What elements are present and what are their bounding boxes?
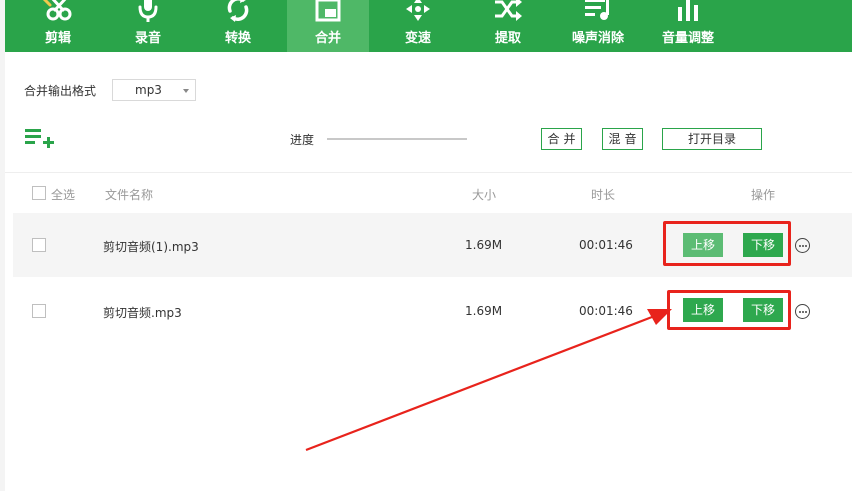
- file-name: 剪切音频.mp3: [103, 306, 182, 320]
- speed-icon: [377, 0, 459, 24]
- more-options-icon[interactable]: [795, 238, 810, 253]
- tool-label: 转换: [224, 31, 251, 46]
- volume-bars-icon: [647, 0, 729, 24]
- noise-reduction-icon: [557, 0, 639, 24]
- tool-label: 剪辑: [44, 31, 71, 46]
- select-all-label: 全选: [51, 188, 76, 202]
- move-up-button[interactable]: 上移: [683, 298, 723, 322]
- add-files-icon[interactable]: [25, 127, 55, 149]
- divider: [5, 172, 852, 173]
- header-filename: 文件名称: [105, 188, 154, 202]
- move-down-button[interactable]: 下移: [743, 233, 783, 257]
- microphone-icon: [107, 0, 189, 24]
- tool-cut[interactable]: 剪辑: [17, 0, 99, 52]
- open-directory-button[interactable]: 打开目录: [662, 128, 762, 150]
- tool-label: 录音: [134, 31, 161, 46]
- tool-label: 音量调整: [661, 31, 714, 46]
- file-name: 剪切音频(1).mp3: [103, 240, 199, 254]
- file-duration: 00:01:46: [579, 304, 633, 318]
- convert-icon: [197, 0, 279, 24]
- tool-convert[interactable]: 转换: [197, 0, 279, 52]
- tool-merge[interactable]: 合并: [287, 0, 369, 52]
- format-label: 合并输出格式: [24, 84, 97, 98]
- table-row: 剪切音频(1).mp3 1.69M 00:01:46 上移 下移: [13, 213, 852, 277]
- tool-speed[interactable]: 变速: [377, 0, 459, 52]
- shuffle-icon: [467, 0, 549, 24]
- select-all-checkbox[interactable]: [32, 186, 46, 200]
- tool-volume[interactable]: 音量调整: [647, 0, 729, 52]
- header-size: 大小: [472, 188, 497, 202]
- mix-button[interactable]: 混音: [602, 128, 643, 150]
- merge-button[interactable]: 合并: [541, 128, 582, 150]
- header-duration: 时长: [591, 188, 616, 202]
- chevron-down-icon: [183, 89, 189, 93]
- file-size: 1.69M: [465, 304, 503, 318]
- app-window: 剪辑 录音 转换 合并 变速 提取 噪声消除 音量调整 合并输出格式 mp3 进…: [0, 0, 852, 491]
- file-size: 1.69M: [465, 238, 503, 252]
- file-duration: 00:01:46: [579, 238, 633, 252]
- scissors-icon: [17, 0, 99, 24]
- format-select[interactable]: mp3: [112, 79, 196, 101]
- merge-icon: [287, 0, 369, 24]
- header-operation: 操作: [751, 188, 776, 202]
- move-down-button[interactable]: 下移: [743, 298, 783, 322]
- top-toolbar: 剪辑 录音 转换 合并 变速 提取 噪声消除 音量调整: [5, 0, 852, 52]
- format-value: mp3: [135, 83, 162, 97]
- progress-bar: [327, 138, 467, 140]
- move-up-button[interactable]: 上移: [683, 233, 723, 257]
- more-options-icon[interactable]: [795, 304, 810, 319]
- progress-label: 进度: [290, 133, 315, 147]
- table-row: 剪切音频.mp3 1.69M 00:01:46 上移 下移: [13, 279, 852, 343]
- tool-record[interactable]: 录音: [107, 0, 189, 52]
- tool-extract[interactable]: 提取: [467, 0, 549, 52]
- row-checkbox[interactable]: [32, 238, 46, 252]
- tool-label: 合并: [314, 31, 341, 46]
- tool-noise-reduction[interactable]: 噪声消除: [557, 0, 639, 52]
- tool-label: 变速: [404, 31, 431, 46]
- tool-label: 噪声消除: [571, 31, 624, 46]
- tool-label: 提取: [494, 31, 521, 46]
- left-edge: [0, 0, 5, 491]
- row-checkbox[interactable]: [32, 304, 46, 318]
